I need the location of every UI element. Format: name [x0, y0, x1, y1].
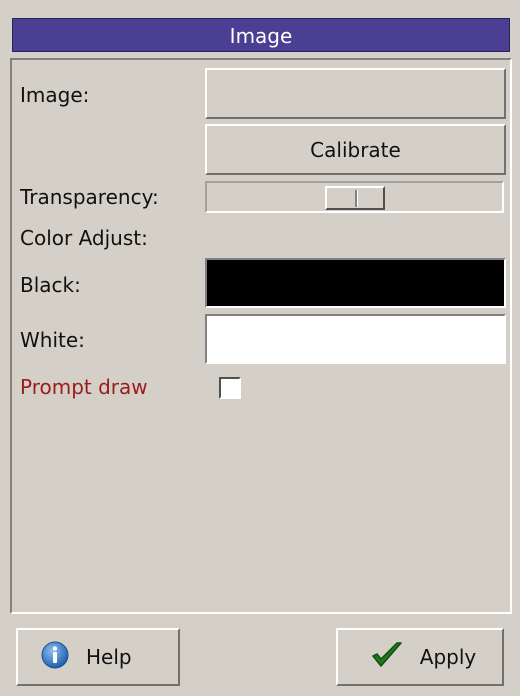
transparency-slider[interactable] [205, 181, 504, 213]
apply-label: Apply [419, 645, 477, 669]
prompt-draw-checkbox[interactable] [219, 377, 241, 399]
white-label: White: [20, 328, 85, 352]
slider-grip-icon [355, 190, 358, 207]
color-adjust-label: Color Adjust: [20, 226, 148, 250]
image-label: Image: [20, 83, 90, 107]
info-icon [40, 640, 70, 675]
transparency-slider-thumb[interactable] [325, 186, 385, 210]
checkmark-icon [370, 640, 404, 675]
calibrate-button[interactable]: Calibrate [205, 124, 506, 175]
transparency-label: Transparency: [20, 185, 159, 209]
black-color-swatch[interactable] [205, 258, 506, 308]
help-label: Help [86, 645, 132, 669]
white-color-swatch[interactable] [205, 314, 506, 364]
apply-button[interactable]: Apply [336, 628, 504, 686]
black-label: Black: [20, 273, 81, 297]
image-dialog: Image Image: Calibrate Transparency: Col… [0, 0, 520, 696]
help-button[interactable]: Help [16, 628, 180, 686]
calibrate-label: Calibrate [310, 137, 401, 162]
image-select-button[interactable] [205, 68, 506, 119]
window-title: Image [12, 18, 510, 52]
prompt-draw-label: Prompt draw [20, 375, 148, 399]
